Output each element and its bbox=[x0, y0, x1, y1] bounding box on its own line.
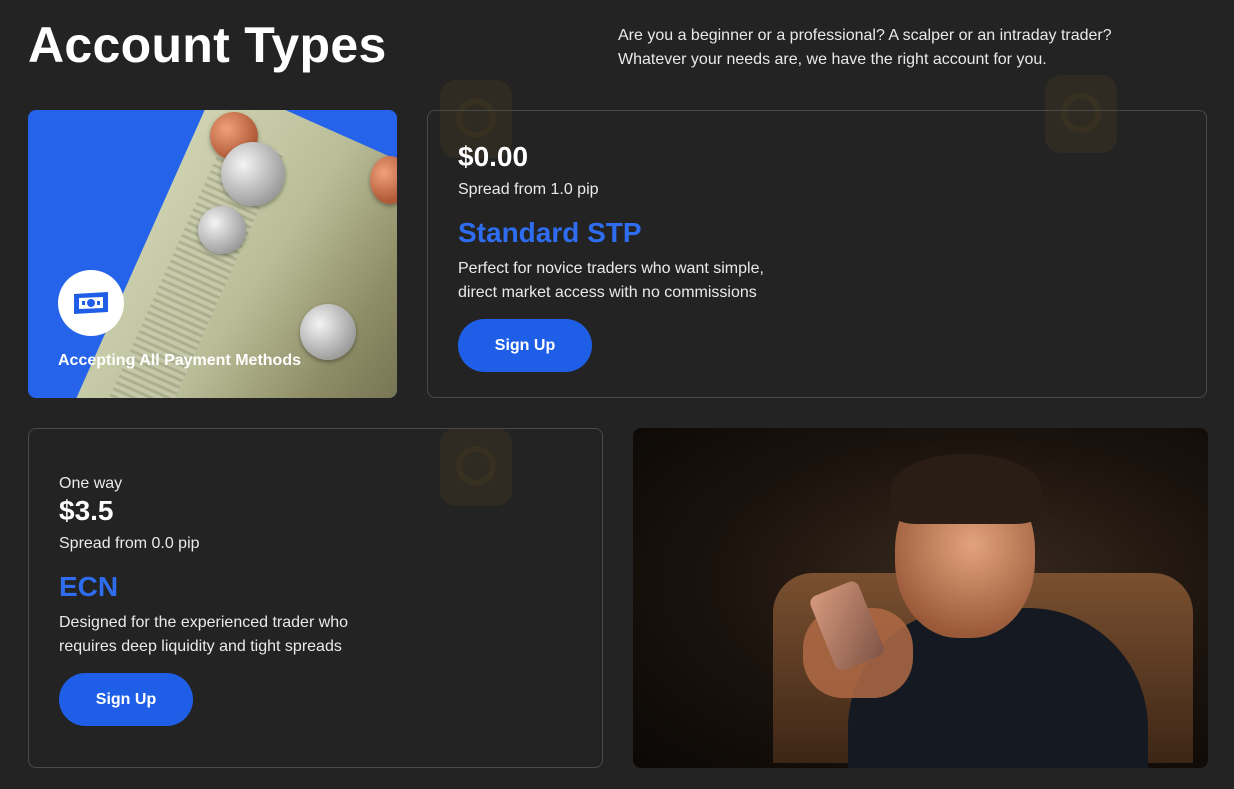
description-line: requires deep liquidity and tight spread… bbox=[59, 638, 342, 655]
intro-line: Whatever your needs are, we have the rig… bbox=[618, 51, 1047, 68]
description-line: Perfect for novice traders who want simp… bbox=[458, 260, 764, 277]
ecn-account-name: ECN bbox=[59, 571, 119, 602]
page-intro: Are you a beginner or a professional? A … bbox=[618, 24, 1178, 72]
ecn-card: One way $3.5 Spread from 0.0 pip ECN Des… bbox=[28, 428, 603, 768]
coin-image bbox=[221, 142, 285, 206]
ecn-price: $3.5 bbox=[59, 495, 114, 526]
standard-price: $0.00 bbox=[458, 141, 529, 172]
coin-image bbox=[300, 304, 356, 360]
page-title: Account Types bbox=[28, 17, 387, 73]
standard-sign-up-button[interactable]: Sign Up bbox=[458, 319, 592, 372]
payment-methods-label: Accepting All Payment Methods bbox=[58, 352, 301, 369]
standard-spread: Spread from 1.0 pip bbox=[458, 181, 599, 198]
standard-stp-card: $0.00 Spread from 1.0 pip Standard STP P… bbox=[427, 110, 1207, 398]
ecn-sign-up-button[interactable]: Sign Up bbox=[59, 673, 193, 726]
ecn-spread: Spread from 0.0 pip bbox=[59, 535, 200, 552]
trader-with-phone-photo bbox=[633, 428, 1208, 768]
payment-methods-card: Accepting All Payment Methods bbox=[28, 110, 397, 398]
intro-line: Are you a beginner or a professional? A … bbox=[618, 27, 1112, 44]
coin-image bbox=[198, 206, 246, 254]
standard-account-name: Standard STP bbox=[458, 217, 642, 248]
description-line: direct market access with no commissions bbox=[458, 284, 757, 301]
description-line: Designed for the experienced trader who bbox=[59, 614, 349, 631]
ecn-description: Designed for the experienced trader who … bbox=[59, 611, 572, 659]
standard-description: Perfect for novice traders who want simp… bbox=[458, 257, 1176, 305]
ecn-commission-label: One way bbox=[59, 475, 123, 492]
banknote-icon bbox=[58, 270, 124, 336]
hair-shape bbox=[891, 454, 1041, 524]
